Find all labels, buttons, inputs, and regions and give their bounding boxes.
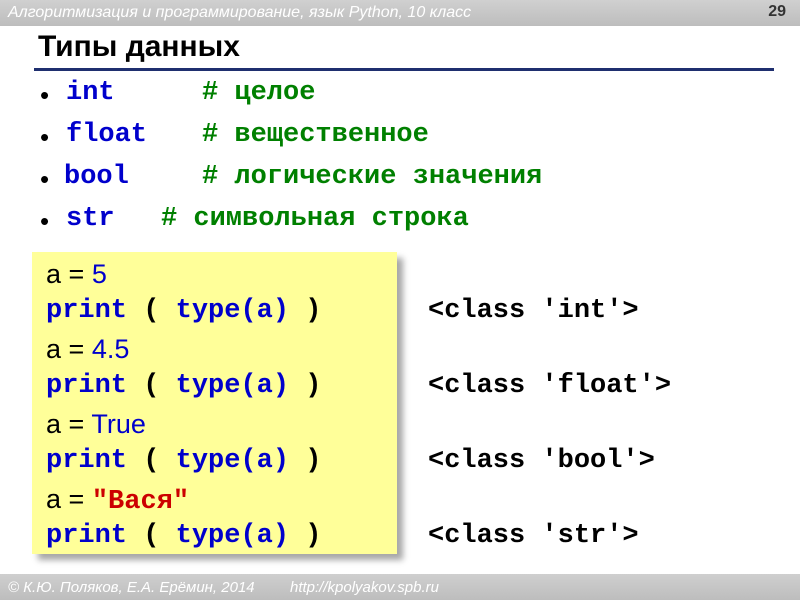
- title-divider: [34, 68, 774, 71]
- code-line-assign: a = 5: [46, 256, 107, 292]
- code-line-print: print ( type(a) ): [46, 443, 321, 479]
- code-paren: ): [305, 371, 322, 401]
- code-line-assign: a = 4.5: [46, 331, 129, 367]
- code-line-print: print ( type(a) ): [46, 518, 321, 554]
- code-type-call: type(a): [175, 521, 290, 551]
- type-comment: # вещественное: [202, 120, 429, 150]
- output-line: <class 'str'>: [428, 521, 639, 551]
- code-var: a: [46, 334, 62, 364]
- code-assign: =: [68, 484, 85, 514]
- code-print-keyword: print: [46, 371, 128, 401]
- bullet-icon: •: [40, 122, 50, 152]
- type-name: bool: [64, 162, 129, 192]
- type-name: str: [66, 204, 115, 234]
- code-type-call: type(a): [175, 446, 290, 476]
- code-line-assign: a = True: [46, 406, 146, 442]
- type-comment: # символьная строка: [161, 204, 469, 234]
- code-paren: ): [305, 296, 322, 326]
- code-var: a: [46, 259, 62, 289]
- code-type-call: type(a): [175, 296, 290, 326]
- code-paren: (: [143, 521, 160, 551]
- code-line-assign: a = "Вася": [46, 481, 189, 517]
- code-paren: ): [305, 521, 322, 551]
- code-print-keyword: print: [46, 446, 128, 476]
- output-line: <class 'bool'>: [428, 446, 655, 476]
- copyright-text: © К.Ю. Поляков, Е.А. Ерёмин, 2014: [8, 579, 255, 596]
- code-assign: =: [68, 409, 85, 439]
- code-var: a: [46, 409, 62, 439]
- type-comment: # логические значения: [202, 162, 543, 192]
- type-name: float: [66, 120, 148, 150]
- course-title: Алгоритмизация и программирование, язык …: [8, 4, 472, 21]
- code-string-value: "Вася": [91, 487, 190, 517]
- code-line-print: print ( type(a) ): [46, 293, 321, 329]
- site-url: http://kpolyakov.spb.ru: [290, 579, 439, 596]
- code-line-print: print ( type(a) ): [46, 368, 321, 404]
- code-assign: =: [68, 259, 85, 289]
- code-assign: =: [68, 334, 85, 364]
- bullet-icon: •: [40, 206, 50, 236]
- code-paren: (: [143, 371, 160, 401]
- code-paren: (: [143, 446, 160, 476]
- code-type-call: type(a): [175, 371, 290, 401]
- code-print-keyword: print: [46, 521, 128, 551]
- footer-bar: © К.Ю. Поляков, Е.А. Ерёмин, 2014 http:/…: [0, 574, 800, 600]
- bullet-icon: •: [40, 164, 50, 194]
- code-print-keyword: print: [46, 296, 128, 326]
- bullet-icon: •: [40, 80, 50, 110]
- code-paren: (: [143, 296, 160, 326]
- code-value: 5: [91, 259, 107, 289]
- page-number: 29: [768, 3, 786, 20]
- slide-title: Типы данных: [38, 30, 240, 63]
- code-value: 4.5: [91, 334, 130, 364]
- output-line: <class 'int'>: [428, 296, 639, 326]
- type-name: int: [66, 78, 115, 108]
- header-bar: Алгоритмизация и программирование, язык …: [0, 0, 800, 26]
- code-paren: ): [305, 446, 322, 476]
- output-line: <class 'float'>: [428, 371, 672, 401]
- type-comment: # целое: [202, 78, 316, 108]
- code-var: a: [46, 484, 62, 514]
- code-block: a = 5 print ( type(a) ) a = 4.5 print ( …: [32, 252, 397, 554]
- code-value: True: [91, 409, 146, 439]
